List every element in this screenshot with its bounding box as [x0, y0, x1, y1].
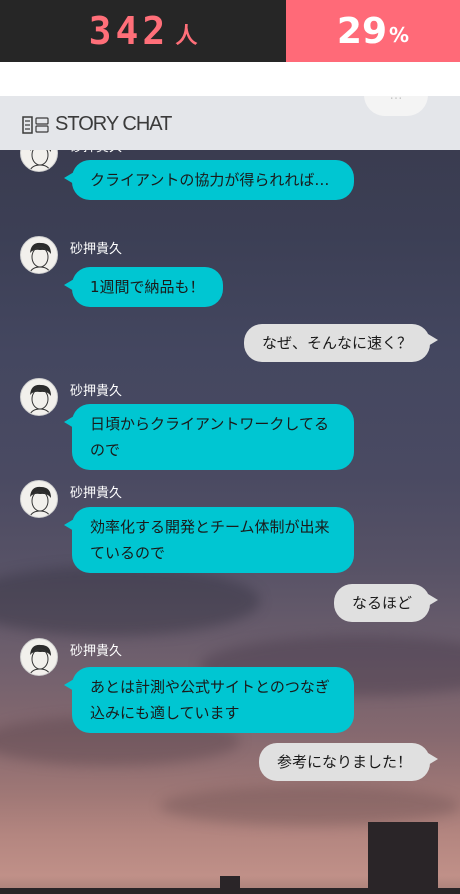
sender-name: 砂押貴久: [70, 644, 123, 659]
avatar-portrait-icon: [29, 644, 51, 675]
progress-percent-value: 29: [336, 10, 388, 52]
participant-count-value: 342: [88, 9, 170, 53]
participant-count: 342 人: [0, 0, 286, 62]
outgoing-message: なぜ、そんなに速く？: [243, 324, 439, 362]
avatar-portrait-icon: [29, 384, 51, 415]
sender-name: 砂押貴久: [70, 384, 123, 399]
progress-percent: 29 %: [286, 0, 460, 62]
sender-avatar: [20, 378, 58, 416]
stats-bar: 342 人 29 %: [0, 0, 460, 62]
logo-text: STORY CHAT: [55, 113, 172, 135]
incoming-message: 効率化する開発とチーム体制が出来ているので: [64, 507, 354, 573]
sender-avatar: [20, 638, 58, 676]
avatar-portrait-icon: [29, 242, 51, 273]
chat-area[interactable]: … STORY CHAT 砂押貴久 クライアントの協力が得られれば…: [0, 96, 460, 894]
building: [368, 822, 438, 894]
cloud: [160, 786, 460, 826]
avatar-portrait-icon: [29, 486, 51, 517]
incoming-message: 日頃からクライアントワークしてるので: [64, 404, 354, 470]
story-chat-logo: STORY CHAT: [22, 113, 172, 136]
participant-count-unit: 人: [175, 24, 198, 49]
cloud: [0, 566, 260, 636]
incoming-message: 1週間で納品も！: [64, 267, 223, 307]
sender-avatar: [20, 236, 58, 274]
progress-percent-unit: %: [389, 23, 410, 47]
outgoing-message: 参考になりました！: [258, 743, 439, 781]
outgoing-message: なるほど: [333, 584, 439, 622]
sender-avatar: [20, 480, 58, 518]
sender-name: 砂押貴久: [70, 486, 123, 501]
sender-name: 砂押貴久: [70, 242, 123, 257]
document-icon: [22, 115, 49, 134]
incoming-message: あとは計測や公式サイトとのつなぎ込みにも適しています: [64, 667, 354, 733]
scroll-pill-label: …: [390, 96, 403, 103]
spacer: [0, 62, 460, 96]
skyline: [0, 888, 460, 894]
incoming-message: クライアントの協力が得られれば…: [64, 160, 354, 200]
